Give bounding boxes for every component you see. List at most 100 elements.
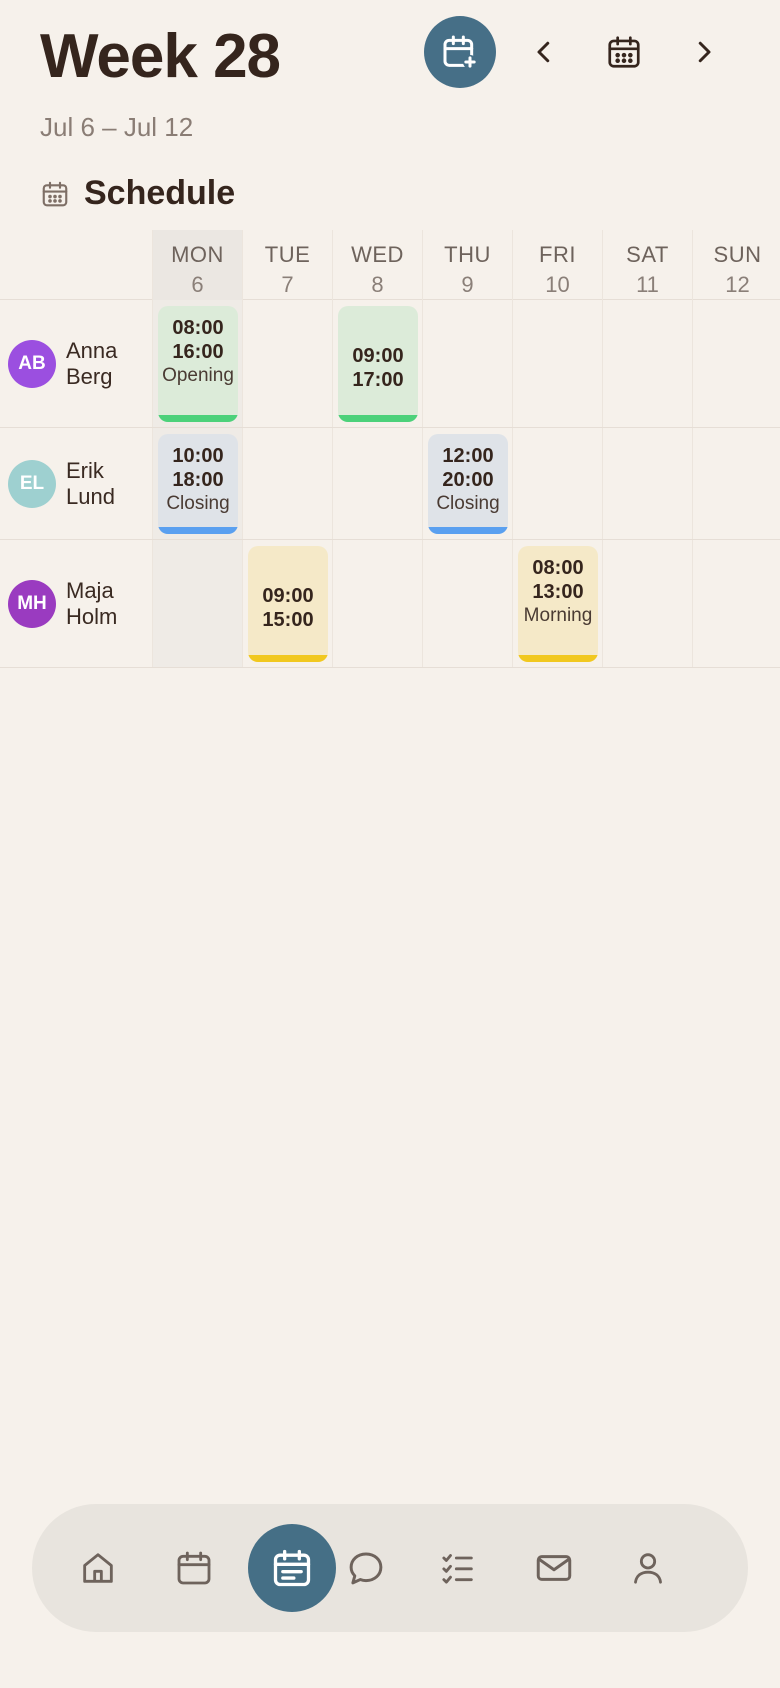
- schedule-cell[interactable]: [602, 300, 692, 427]
- nav-schedule[interactable]: [248, 1524, 336, 1612]
- shift-card[interactable]: 12:00 20:00 Closing: [428, 434, 508, 534]
- schedule-rows: AB Anna Berg 08:00 16:00 Opening 09:00 17:00 EL E…: [0, 300, 780, 668]
- shift-end-time: 13:00: [532, 581, 584, 603]
- schedule-section-title: Schedule: [40, 174, 235, 213]
- day-number: 6: [191, 272, 204, 297]
- calendar-picker-button[interactable]: [600, 28, 648, 76]
- shift-start-time: 09:00: [352, 345, 404, 367]
- schedule-cell[interactable]: [512, 428, 602, 539]
- shift-label: Opening: [162, 365, 234, 386]
- schedule-cell[interactable]: [242, 428, 332, 539]
- shift-start-time: 12:00: [442, 445, 494, 467]
- employee-last-name: Berg: [66, 364, 113, 389]
- employee-name: Anna Berg: [66, 338, 136, 390]
- schedule-cell[interactable]: [332, 428, 422, 539]
- schedule-cell[interactable]: [602, 540, 692, 667]
- employee-info[interactable]: AB Anna Berg: [8, 338, 136, 390]
- schedule-cell[interactable]: [422, 300, 512, 427]
- schedule-cell[interactable]: [692, 428, 780, 539]
- nav-mail[interactable]: [528, 1542, 580, 1594]
- bottom-navigation: [32, 1504, 748, 1632]
- shift-card[interactable]: 08:00 13:00 Morning: [518, 546, 598, 662]
- day-name: SUN: [713, 242, 762, 267]
- shift-end-time: 15:00: [262, 609, 314, 631]
- avatar: EL: [8, 460, 56, 508]
- chevron-left-icon: [537, 41, 550, 63]
- next-week-button[interactable]: [680, 28, 728, 76]
- shift-end-time: 16:00: [172, 341, 224, 363]
- employee-name: Erik Lund: [66, 458, 136, 510]
- shift-color-bar: [428, 527, 508, 534]
- day-number: 8: [371, 272, 384, 297]
- chevron-right-icon: [698, 41, 711, 63]
- calendar-icon: [42, 181, 68, 206]
- shift-label: Closing: [436, 493, 500, 514]
- schedule-cell[interactable]: [512, 300, 602, 427]
- avatar: MH: [8, 580, 56, 628]
- shift-card[interactable]: 08:00 16:00 Opening: [158, 306, 238, 422]
- schedule-cell[interactable]: [152, 540, 242, 667]
- avatar: AB: [8, 340, 56, 388]
- shift-color-bar: [158, 415, 238, 422]
- nav-profile[interactable]: [622, 1542, 674, 1594]
- week-range: Jul 6 – Jul 12: [40, 112, 194, 142]
- nav-tasks[interactable]: [432, 1542, 484, 1594]
- shift-start-time: 09:00: [262, 585, 314, 607]
- day-header-thu[interactable]: THU 9: [422, 230, 512, 300]
- day-header-wed[interactable]: WED 8: [332, 230, 422, 300]
- day-header-tue[interactable]: TUE 7: [242, 230, 332, 300]
- shift-card[interactable]: 09:00 15:00: [248, 546, 328, 662]
- day-number: 7: [281, 272, 294, 297]
- schedule-cell[interactable]: [692, 540, 780, 667]
- home-icon: [83, 1553, 113, 1583]
- day-number: 9: [461, 272, 474, 297]
- day-number: 12: [725, 272, 750, 297]
- day-name: FRI: [539, 242, 576, 267]
- chat-icon: [349, 1552, 383, 1585]
- add-shift-icon: [443, 35, 477, 69]
- day-header-sat[interactable]: SAT 11: [602, 230, 692, 300]
- employee-info[interactable]: MH Maja Holm: [8, 578, 136, 630]
- calendar-icon: [177, 1551, 211, 1585]
- shift-end-time: 20:00: [442, 469, 494, 491]
- day-header-sun[interactable]: SUN 12: [692, 230, 780, 300]
- nav-chat[interactable]: [340, 1542, 392, 1594]
- schedule-icon: [273, 1549, 311, 1587]
- shift-end-time: 17:00: [352, 369, 404, 391]
- mail-icon: [536, 1555, 572, 1581]
- nav-home[interactable]: [72, 1542, 124, 1594]
- employee-last-name: Holm: [66, 604, 118, 629]
- shift-start-time: 08:00: [532, 557, 584, 579]
- employee-last-name: Lund: [66, 484, 115, 509]
- shift-start-time: 08:00: [172, 317, 224, 339]
- shift-card[interactable]: 10:00 18:00 Closing: [158, 434, 238, 534]
- schedule-cell[interactable]: [602, 428, 692, 539]
- day-name: MON: [171, 242, 224, 267]
- previous-week-button[interactable]: [520, 28, 568, 76]
- schedule-cell[interactable]: [422, 540, 512, 667]
- schedule-cell[interactable]: [332, 540, 422, 667]
- day-header-fri[interactable]: FRI 10: [512, 230, 602, 300]
- employee-name: Maja Holm: [66, 578, 136, 630]
- calendar-icon: [608, 36, 640, 68]
- day-number: 11: [636, 272, 659, 297]
- schedule-cell[interactable]: [242, 300, 332, 427]
- employee-first-name: Maja: [66, 578, 114, 603]
- day-name: WED: [351, 242, 404, 267]
- section-title-label: Schedule: [84, 174, 236, 212]
- tasks-icon: [442, 1554, 473, 1584]
- shift-color-bar: [518, 655, 598, 662]
- schedule-grid: MON 6 TUE 7 WED 8 THU 9 FRI 10 SAT 11 SUN 12 AB Anna Be…: [0, 230, 780, 668]
- shift-end-time: 18:00: [172, 469, 224, 491]
- add-shift-button[interactable]: [424, 16, 496, 88]
- schedule-cell[interactable]: [692, 300, 780, 427]
- shift-start-time: 10:00: [172, 445, 224, 467]
- shift-color-bar: [338, 415, 418, 422]
- day-header-mon[interactable]: MON 6: [152, 230, 242, 300]
- shift-card[interactable]: 09:00 17:00: [338, 306, 418, 422]
- nav-calendar[interactable]: [168, 1542, 220, 1594]
- employee-first-name: Anna: [66, 338, 118, 363]
- employee-row: MH Maja Holm 09:00 15:00 08:00 13:00 Morning: [0, 540, 780, 668]
- header-actions: [424, 16, 744, 88]
- employee-info[interactable]: EL Erik Lund: [8, 458, 136, 510]
